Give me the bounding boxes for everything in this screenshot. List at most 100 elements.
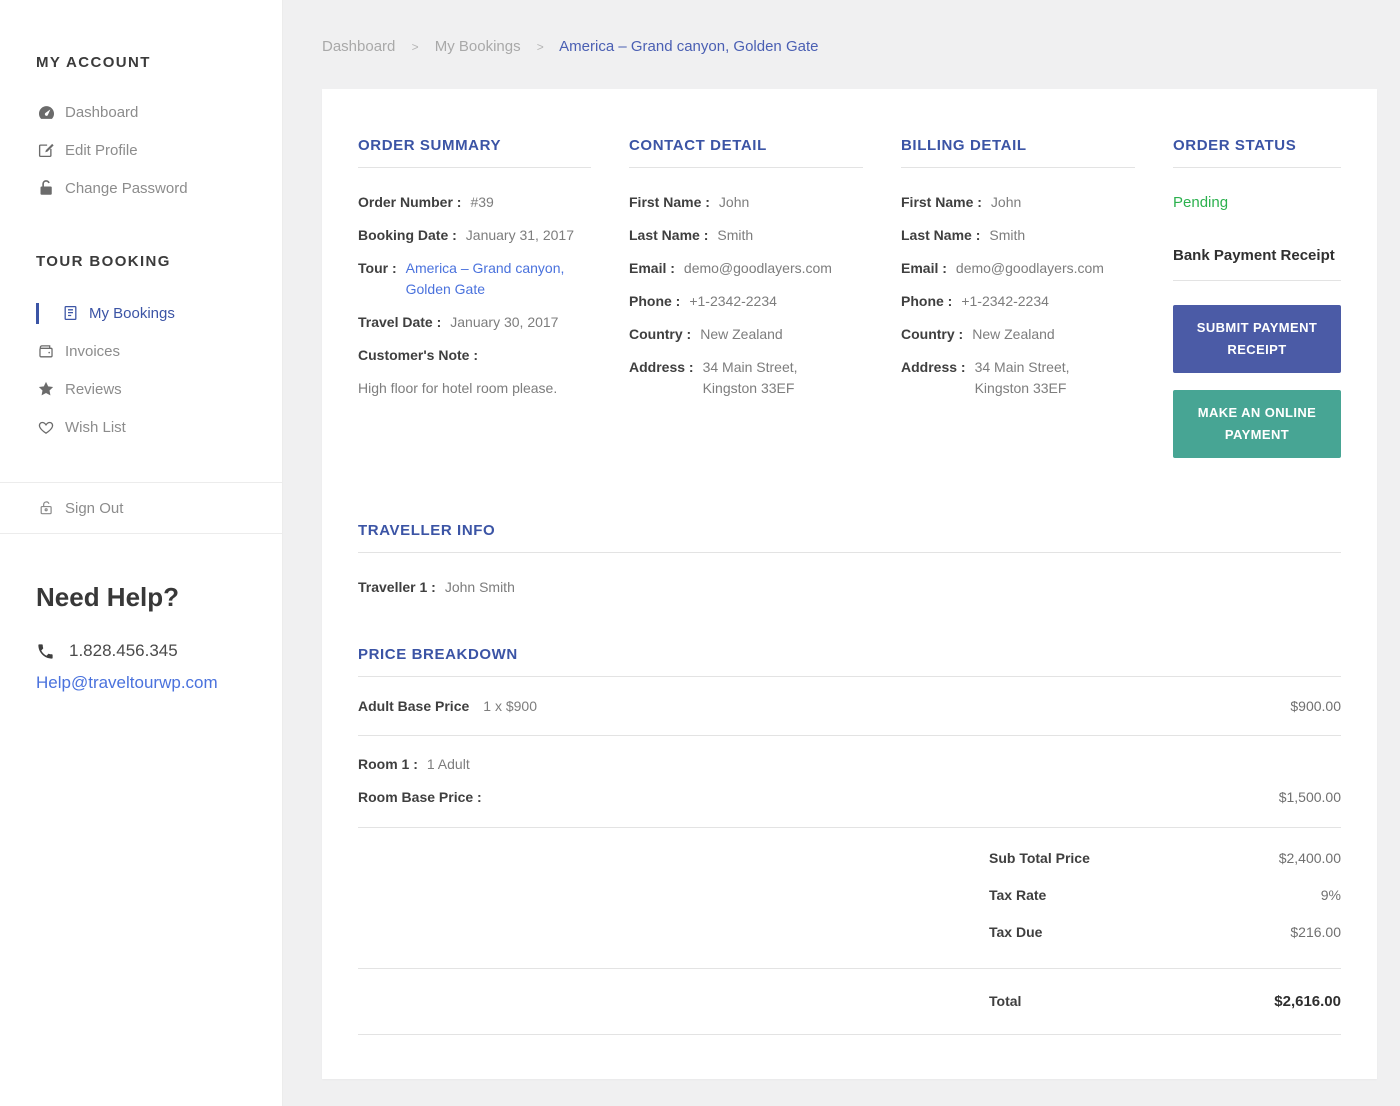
detail-label: Booking Date : [358,227,457,243]
traveller-row: Traveller 1 : John Smith [358,577,1341,598]
travel-date-row: Travel Date : January 30, 2017 [358,312,591,333]
detail-row: First Name : John [629,192,863,213]
star-icon [36,380,56,398]
detail-value: John [718,194,750,210]
breadcrumb-link-my-bookings[interactable]: My Bookings [435,38,521,55]
detail-value: +1-2342-2234 [689,293,777,309]
contact-detail-section: CONTACT DETAIL First Name : John Last Na… [629,137,863,458]
sidebar-item-dashboard[interactable]: Dashboard [36,93,258,131]
detail-row: Address : 34 Main Street, Kingston 33EF [629,357,863,399]
detail-value: #39 [470,194,494,210]
order-card: ORDER SUMMARY Order Number : #39 Booking… [322,89,1377,1080]
sidebar-title-my-account: MY ACCOUNT [36,54,151,71]
submit-payment-receipt-button[interactable]: SUBMIT PAYMENT RECEIPT [1173,305,1341,374]
detail-label: Phone : [901,293,953,309]
billing-detail-title: BILLING DETAIL [901,137,1027,154]
heart-icon [36,419,56,436]
tax-rate-row: Tax Rate 9% [989,887,1341,903]
sidebar-item-reviews[interactable]: Reviews [36,370,258,408]
total-value: $2,616.00 [1274,993,1341,1011]
contact-detail-title: CONTACT DETAIL [629,137,767,154]
detail-row: Last Name : Smith [901,225,1135,246]
price-breakdown-title: PRICE BREAKDOWN [358,646,518,664]
wallet-icon [36,343,56,360]
detail-label: Customer's Note : [358,347,479,363]
detail-value: demo@goodlayers.com [955,260,1104,276]
detail-value: Smith [989,227,1026,243]
traveller-info-title: TRAVELLER INFO [358,522,496,540]
total-label: Tax Due [989,924,1043,941]
room-block: Room 1 : 1 Adult Room Base Price : $1,50… [358,736,1341,829]
price-amount: $1,500.00 [1278,789,1341,806]
sidebar-item-sign-out[interactable]: Sign Out [36,489,123,527]
help-section: Need Help? 1.828.456.345 Help@traveltour… [0,582,282,693]
edit-icon [36,141,56,159]
detail-row: First Name : John [901,192,1135,213]
sidebar-item-label: Dashboard [65,103,139,121]
help-email-link[interactable]: Help@traveltourwp.com [36,673,218,693]
room-price-row: Room Base Price : $1,500.00 [358,789,1341,805]
detail-label: Country : [629,326,692,342]
total-value: $2,400.00 [1278,850,1341,867]
price-row-adult-base: Adult Base Price 1 x $900 $900.00 [358,677,1341,737]
price-label: Room Base Price : [358,789,482,806]
detail-label: Tour : [358,260,397,276]
sidebar-item-wish-list[interactable]: Wish List [36,408,258,446]
sidebar-item-change-password[interactable]: Change Password [36,169,258,207]
billing-detail-section: BILLING DETAIL First Name : John Last Na… [901,137,1135,458]
document-icon [60,304,80,322]
price-qty: 1 x $900 [483,698,537,715]
tax-due-row: Tax Due $216.00 [989,924,1341,940]
detail-row: Phone : +1-2342-2234 [901,291,1135,312]
sidebar-item-label: Reviews [65,380,122,398]
make-online-payment-button[interactable]: MAKE AN ONLINE PAYMENT [1173,390,1341,459]
detail-row: Email : demo@goodlayers.com [629,258,863,279]
detail-row: Country : New Zealand [901,324,1135,345]
detail-label: Last Name : [629,227,709,243]
detail-label: Address : [901,359,966,375]
detail-value: New Zealand [972,326,1055,342]
booking-date-row: Booking Date : January 31, 2017 [358,225,591,246]
help-title: Need Help? [36,582,180,612]
detail-value: John [990,194,1022,210]
sidebar-divider [0,533,282,534]
detail-label: Email : [629,260,675,276]
heading-underline [1173,167,1341,168]
detail-label: Travel Date : [358,314,442,330]
detail-label: Last Name : [901,227,981,243]
sidebar-item-invoices[interactable]: Invoices [36,332,258,370]
order-summary-section: ORDER SUMMARY Order Number : #39 Booking… [358,137,591,458]
price-label: Adult Base Price [358,698,470,715]
total-value: 9% [1320,887,1341,904]
sidebar-item-label: Change Password [65,179,188,197]
price-breakdown-section: PRICE BREAKDOWN Adult Base Price 1 x $90… [358,646,1341,1036]
heading-underline [629,167,863,168]
tour-link[interactable]: America – Grand canyon, Golden Gate [406,258,565,300]
detail-value: January 30, 2017 [450,314,559,330]
heading-underline [901,167,1135,168]
detail-label: First Name : [901,194,982,210]
detail-value: 34 Main Street, Kingston 33EF [974,359,1070,396]
subtotal-row: Sub Total Price $2,400.00 [989,850,1341,866]
customer-note-row: Customer's Note : [358,345,591,366]
main-content: Dashboard > My Bookings > America – Gran… [284,0,1400,1080]
breadcrumb: Dashboard > My Bookings > America – Gran… [322,38,1377,55]
heading-underline [358,167,591,168]
sidebar-item-edit-profile[interactable]: Edit Profile [36,131,258,169]
total-label: Tax Rate [989,887,1047,904]
detail-value: New Zealand [700,326,783,342]
detail-label: Country : [901,326,964,342]
bank-receipt-label: Bank Payment Receipt [1173,247,1335,264]
detail-row: Last Name : Smith [629,225,863,246]
breadcrumb-link-dashboard[interactable]: Dashboard [322,38,395,55]
order-number-row: Order Number : #39 [358,192,591,213]
detail-value: January 31, 2017 [465,227,574,243]
status-badge: Pending [1173,194,1229,211]
total-label: Total [989,993,1022,1010]
order-summary-title: ORDER SUMMARY [358,137,502,154]
detail-row: Country : New Zealand [629,324,863,345]
price-value: 1 Adult [426,756,470,773]
detail-row: Address : 34 Main Street, Kingston 33EF [901,357,1135,399]
sidebar-item-my-bookings[interactable]: My Bookings [36,294,258,332]
detail-value: demo@goodlayers.com [683,260,832,276]
